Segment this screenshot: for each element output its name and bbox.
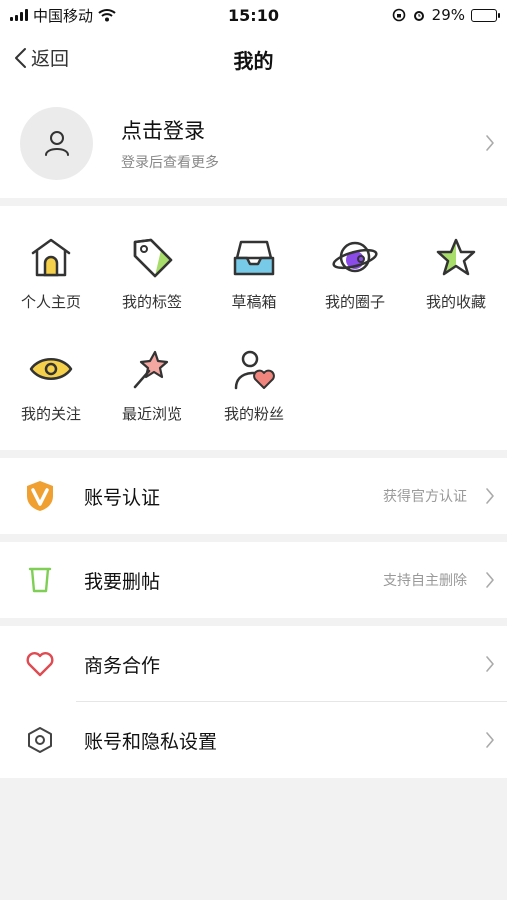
grid-label: 我的收藏 (425, 293, 486, 311)
row-label: 账号和隐私设置 (84, 730, 218, 753)
verified-v-icon (24, 480, 56, 512)
tag-icon (127, 232, 177, 282)
fans-heart-icon (229, 344, 279, 394)
grid-item-drafts[interactable]: 草稿箱 (204, 232, 304, 312)
profile-texts: 点击登录 登录后查看更多 (121, 115, 219, 172)
grid-label: 我的标签 (121, 293, 182, 311)
planet-icon (330, 232, 380, 282)
chevron-right-icon (486, 135, 494, 151)
grid-item-tags[interactable]: 我的标签 (102, 232, 202, 312)
status-left: 中国移动 (10, 5, 190, 26)
grid-label: 个人主页 (20, 293, 81, 311)
chevron-right-icon (486, 732, 494, 748)
signal-icon (10, 9, 28, 21)
grid-label: 我的圈子 (324, 293, 385, 311)
status-right: 29% (317, 6, 500, 24)
grid-item-favorites[interactable]: 我的收藏 (406, 232, 506, 312)
status-bar: 中国移动 15:10 29% (0, 0, 507, 30)
account-privacy-settings-row[interactable]: 账号和隐私设置 (0, 702, 507, 778)
wifi-icon (98, 9, 116, 22)
grid-item-following[interactable]: 我的关注 (1, 344, 101, 424)
chevron-right-icon (486, 488, 494, 504)
nav-bar: 返回 我的 (0, 30, 507, 88)
home-icon (26, 232, 76, 282)
page-title: 我的 (233, 48, 274, 73)
chevron-left-icon (15, 47, 26, 68)
chevron-right-icon (486, 656, 494, 672)
avatar (20, 106, 93, 180)
grid-label: 我的粉丝 (223, 405, 284, 423)
alarm-icon (413, 11, 424, 21)
profile-login-card[interactable]: 点击登录 登录后查看更多 (0, 88, 507, 198)
back-button[interactable]: 返回 (14, 44, 69, 71)
user-icon (44, 131, 69, 156)
drafts-tray-icon (229, 232, 279, 282)
login-label: 点击登录 (121, 118, 205, 143)
row-label: 账号认证 (84, 486, 161, 509)
status-time: 15:10 (228, 5, 279, 25)
chevron-right-icon (486, 572, 494, 588)
rotation-lock-icon (392, 8, 405, 22)
grid-label: 我的关注 (20, 405, 81, 423)
grid-item-fans[interactable]: 我的粉丝 (204, 344, 304, 424)
delete-post-row[interactable]: 我要删帖 支持自主删除 (0, 542, 507, 618)
grid-item-recent[interactable]: 最近浏览 (102, 344, 202, 424)
grid-label: 草稿箱 (231, 293, 277, 311)
login-subtitle: 登录后查看更多 (121, 154, 219, 171)
magic-wand-icon (127, 344, 177, 394)
grid-label: 最近浏览 (121, 405, 182, 423)
carrier-name: 中国移动 (33, 6, 94, 25)
business-cooperation-row[interactable]: 商务合作 (0, 626, 507, 702)
eye-icon (26, 344, 76, 394)
grid-item-circles[interactable]: 我的圈子 (305, 232, 405, 312)
row-hint: 支持自主删除 (383, 573, 467, 589)
row-label: 商务合作 (84, 654, 161, 677)
row-hint: 获得官方认证 (383, 489, 467, 505)
trash-cup-icon (24, 564, 56, 596)
settings-hexagon-icon (24, 724, 56, 756)
back-label: 返回 (31, 48, 70, 70)
feature-grid: 个人主页 我的标签 草稿箱 我的圈子 我的收藏 我的关注 最近浏览 我的粉丝 (0, 206, 507, 450)
account-verification-row[interactable]: 账号认证 获得官方认证 (0, 458, 507, 534)
heart-icon (24, 648, 56, 680)
battery-percent: 29% (431, 6, 465, 24)
row-label: 我要删帖 (84, 570, 161, 593)
battery-icon (471, 8, 500, 22)
grid-item-home[interactable]: 个人主页 (1, 232, 101, 312)
star-icon (431, 232, 481, 282)
